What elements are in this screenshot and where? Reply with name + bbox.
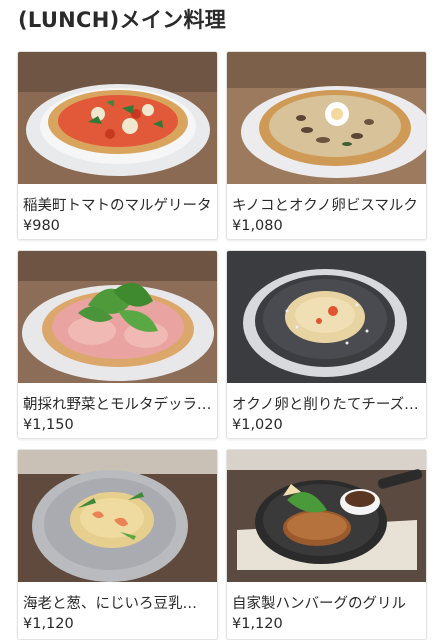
menu-item-price: ¥1,120	[23, 616, 74, 632]
menu-item-price: ¥1,120	[232, 616, 283, 632]
bismarck-pizza-photo	[227, 52, 426, 184]
carbonara-pasta-photo	[227, 251, 426, 383]
menu-item-name: 海老と葱、にじいろ豆乳…	[23, 596, 197, 612]
menu-item-price: ¥1,020	[232, 417, 283, 433]
hamburg-steak-photo	[227, 450, 426, 582]
menu-item-card[interactable]: 稲美町トマトのマルゲリータ ¥980	[17, 51, 218, 240]
shrimp-pasta-photo	[18, 450, 217, 582]
vegetable-ham-pizza-photo	[18, 251, 217, 383]
menu-item-name: 稲美町トマトのマルゲリータ	[23, 198, 212, 214]
menu-item-card[interactable]: 朝採れ野菜とモルタデッラハム… ¥1,150	[17, 250, 218, 439]
menu-item-name: 自家製ハンバーグのグリル	[232, 596, 406, 612]
menu-item-card[interactable]: キノコとオクノ卵ビスマルク ¥1,080	[226, 51, 427, 240]
menu-item-price: ¥980	[23, 218, 60, 234]
menu-item-card[interactable]: 自家製ハンバーグのグリル ¥1,120	[226, 449, 427, 640]
menu-item-name: オクノ卵と削りたてチーズ…	[232, 397, 419, 413]
menu-item-price: ¥1,150	[23, 417, 74, 433]
margherita-pizza-photo	[18, 52, 217, 184]
menu-item-card[interactable]: オクノ卵と削りたてチーズ… ¥1,020	[226, 250, 427, 439]
menu-item-name: 朝採れ野菜とモルタデッラハム…	[23, 397, 215, 413]
page-title: (LUNCH)メイン料理	[18, 8, 227, 32]
menu-item-card[interactable]: 海老と葱、にじいろ豆乳… ¥1,120	[17, 449, 218, 640]
menu-item-price: ¥1,080	[232, 218, 283, 234]
menu-item-name: キノコとオクノ卵ビスマルク	[232, 198, 418, 214]
